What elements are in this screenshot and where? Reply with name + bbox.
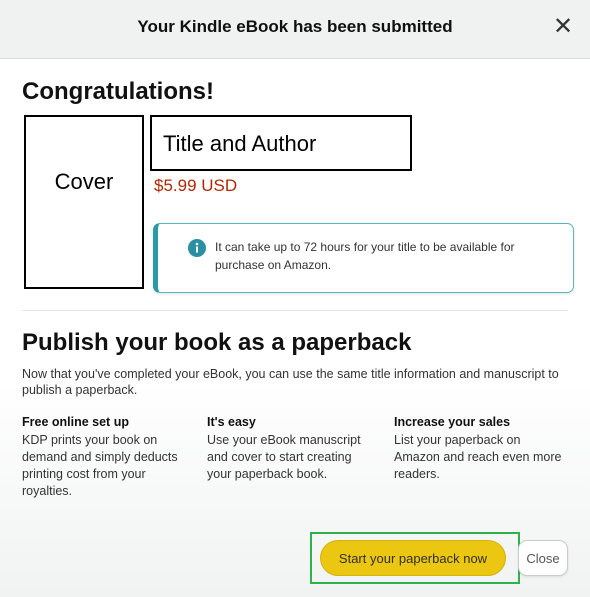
section-divider (22, 310, 568, 311)
feature-its-easy: It's easy Use your eBook manuscript and … (207, 414, 379, 483)
feature-free-setup: Free online set up KDP prints your book … (22, 414, 194, 500)
feature-text: Use your eBook manuscript and cover to s… (207, 433, 361, 481)
paperback-description: Now that you've completed your eBook, yo… (22, 367, 559, 397)
feature-title: Free online set up (22, 415, 129, 429)
feature-increase-sales: Increase your sales List your paperback … (394, 414, 566, 483)
book-cover-placeholder: Cover (24, 115, 144, 289)
dialog-title: Your Kindle eBook has been submitted (137, 17, 453, 36)
feature-text: KDP prints your book on demand and simpl… (22, 433, 178, 498)
title-author-label: Title and Author (163, 131, 317, 156)
feature-title: It's easy (207, 415, 256, 429)
congratulations-heading: Congratulations! (22, 78, 214, 105)
info-icon (188, 239, 206, 257)
dialog-header: Your Kindle eBook has been submitted ✕ (0, 0, 590, 59)
feature-text: List your paperback on Amazon and reach … (394, 433, 562, 481)
book-price: $5.99 USD (154, 176, 238, 195)
info-alert: It can take up to 72 hours for your titl… (153, 223, 574, 293)
close-icon[interactable]: ✕ (552, 14, 574, 40)
info-message: It can take up to 72 hours for your titl… (215, 240, 515, 272)
submission-dialog: Your Kindle eBook has been submitted ✕ C… (0, 0, 590, 597)
cover-label: Cover (54, 169, 114, 194)
start-paperback-button[interactable]: Start your paperback now (320, 540, 506, 576)
feature-title: Increase your sales (394, 415, 511, 429)
title-author-placeholder: Title and Author (150, 115, 412, 171)
close-button[interactable]: Close (518, 540, 568, 576)
paperback-heading: Publish your book as a paperback (22, 329, 412, 356)
